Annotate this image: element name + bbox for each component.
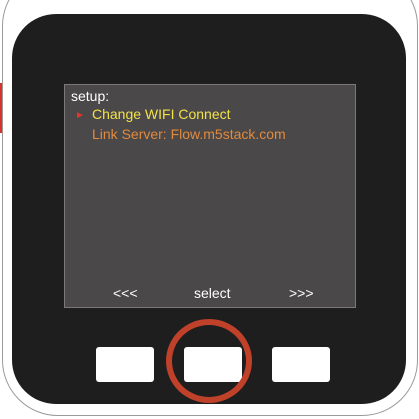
screen-title: setup: — [71, 88, 110, 104]
cursor-arrow-icon: ► — [75, 110, 85, 121]
lcd-screen: setup: ► Change WIFI Connect Link Server:… — [64, 84, 356, 308]
menu-item-label: Link Server: Flow.m5stack.com — [92, 126, 286, 142]
hardware-button-b[interactable] — [184, 347, 242, 382]
softkey-next: >>> — [289, 285, 314, 301]
softkey-previous: <<< — [113, 285, 138, 301]
softkey-select: select — [194, 285, 231, 301]
hardware-button-c[interactable] — [272, 347, 330, 382]
menu-item-link-server[interactable]: Link Server: Flow.m5stack.com — [92, 126, 286, 142]
m5stack-device-illustration: setup: ► Change WIFI Connect Link Server:… — [0, 0, 419, 419]
menu-item-label: Change WIFI Connect — [92, 106, 231, 122]
menu-item-change-wifi[interactable]: ► Change WIFI Connect — [75, 106, 231, 122]
hardware-button-a[interactable] — [96, 347, 154, 382]
